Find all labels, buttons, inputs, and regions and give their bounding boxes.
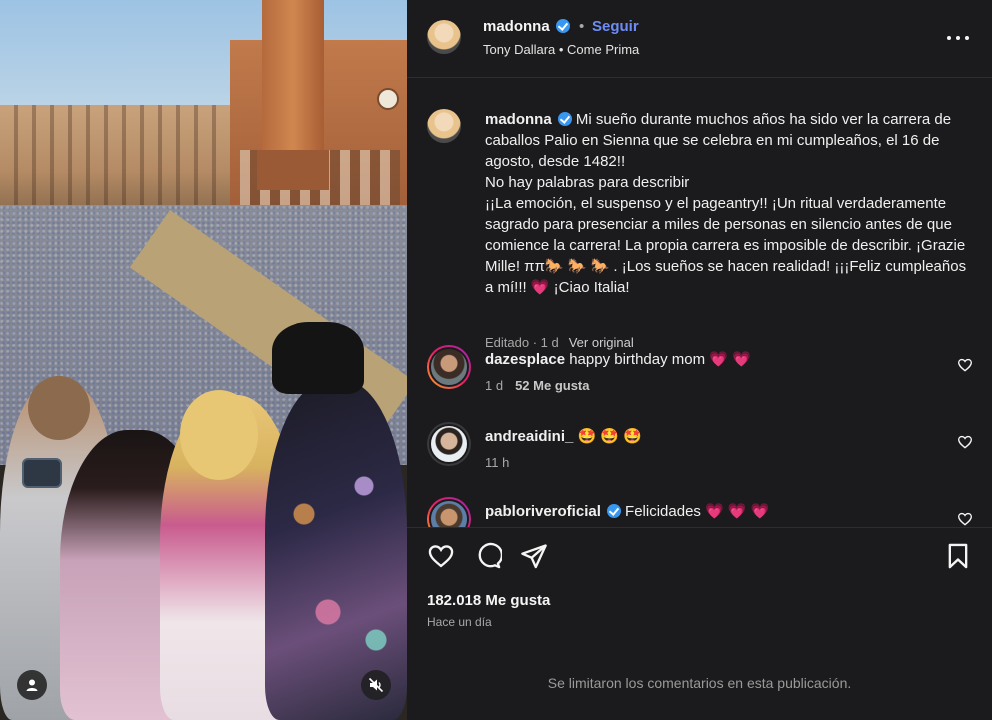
user-tag-icon: [26, 679, 38, 691]
photo-tower: [262, 0, 324, 175]
audio-track[interactable]: Tony Dallara • Come Prima: [483, 42, 639, 57]
author-username-row[interactable]: madonna: [483, 18, 570, 35]
heart-icon[interactable]: [427, 542, 455, 570]
comment-time: 11 h: [485, 455, 510, 470]
photo-person-3-hair: [180, 390, 258, 480]
comment-time: 1 d: [485, 378, 504, 393]
comments-limited-notice: Se limitaron los comentarios en esta pub…: [547, 675, 852, 691]
verified-badge-icon: [606, 504, 621, 518]
comment-meta: 11 h: [485, 455, 509, 470]
comment-likes[interactable]: 52 Me gusta: [515, 378, 589, 393]
heart-icon[interactable]: [957, 511, 973, 527]
comment-username[interactable]: pabloriveroficial: [485, 503, 601, 520]
more-options-icon[interactable]: [947, 27, 969, 49]
header-separator: •: [579, 18, 585, 35]
comment-meta: 1 d 52 Me gusta: [485, 378, 590, 393]
comment-body: happy birthday mom 💗 💗: [569, 351, 751, 368]
post-actions: 182.018 Me gusta Hace un día Se limitaro…: [407, 527, 992, 720]
comment-username[interactable]: dazesplace: [485, 351, 565, 368]
post-media-photo[interactable]: [0, 0, 407, 720]
comment-avatar[interactable]: [427, 345, 471, 389]
comment-avatar[interactable]: [427, 422, 471, 466]
heart-icon[interactable]: [957, 357, 973, 373]
user-tag-button[interactable]: [17, 670, 47, 700]
comment-text: andreaidini_ 🤩 🤩 🤩: [485, 427, 642, 445]
photo-person-4-print: [280, 430, 400, 710]
author-avatar[interactable]: [427, 20, 461, 54]
share-icon[interactable]: [520, 542, 548, 570]
comment-avatar[interactable]: [427, 497, 471, 527]
verified-badge-icon: [557, 112, 572, 126]
caption-text: madonna Mi sueño durante muchos años ha …: [485, 109, 975, 298]
photo-camera: [22, 458, 62, 488]
mute-button[interactable]: [361, 670, 391, 700]
photo-buildings: [0, 105, 260, 215]
comments-scroll-area[interactable]: madonna Mi sueño durante muchos años ha …: [407, 79, 992, 527]
caption-line-2: No hay palabras para describir: [485, 174, 690, 191]
author-username[interactable]: madonna: [483, 18, 550, 35]
caption-avatar[interactable]: [427, 109, 461, 143]
comment-body: Felicidades 💗 💗 💗: [625, 503, 770, 520]
photo-clock: [377, 88, 399, 110]
photo-person-4-hat: [272, 322, 364, 394]
mute-icon: [368, 677, 384, 693]
instagram-post-window: madonna • Seguir Tony Dallara • Come Pri…: [0, 0, 992, 720]
caption-line-3: ¡¡La emoción, el suspenso y el pageantry…: [485, 195, 967, 296]
post-timestamp[interactable]: Hace un día: [427, 615, 492, 629]
likes-count[interactable]: 182.018 Me gusta: [427, 592, 550, 609]
comment-text: pabloriveroficial Felicidades 💗 💗 💗: [485, 502, 769, 520]
photo-tower-base: [257, 150, 329, 190]
comment-body: 🤩 🤩 🤩: [577, 428, 642, 445]
photo-person-1-head: [28, 376, 90, 440]
follow-button[interactable]: Seguir: [592, 18, 639, 35]
comment-username[interactable]: andreaidini_: [485, 428, 573, 445]
heart-icon[interactable]: [957, 434, 973, 450]
comment-icon[interactable]: [474, 542, 502, 570]
comment-item: pabloriveroficial Felicidades 💗 💗 💗: [427, 497, 973, 527]
post-side-panel: madonna • Seguir Tony Dallara • Come Pri…: [407, 0, 992, 720]
comment-item: andreaidini_ 🤩 🤩 🤩 11 h: [427, 422, 973, 472]
comment-text: dazesplace happy birthday mom 💗 💗: [485, 350, 751, 368]
bookmark-icon[interactable]: [944, 542, 972, 570]
caption-username[interactable]: madonna: [485, 111, 552, 128]
comment-item: dazesplace happy birthday mom 💗 💗 1 d 52 …: [427, 345, 973, 395]
caption-line-1: Mi sueño durante muchos años ha sido ver…: [485, 111, 952, 170]
verified-badge-icon: [555, 19, 570, 33]
post-header: madonna • Seguir Tony Dallara • Come Pri…: [407, 0, 992, 78]
